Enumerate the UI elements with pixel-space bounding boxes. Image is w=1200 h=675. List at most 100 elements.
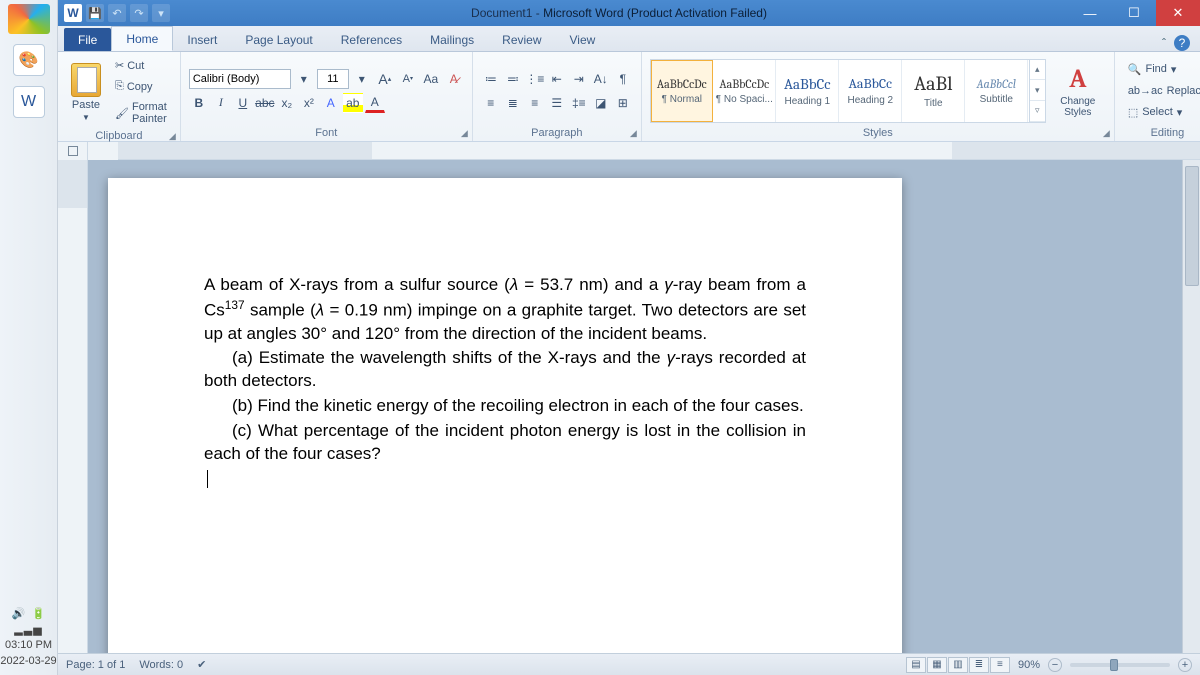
- replace-button[interactable]: ab→ac Replace: [1123, 82, 1200, 100]
- save-button[interactable]: 💾: [86, 4, 104, 22]
- font-size-dropdown[interactable]: ▾: [352, 69, 372, 89]
- minimize-button[interactable]: —: [1068, 0, 1112, 26]
- styles-launcher[interactable]: ◢: [1103, 128, 1110, 139]
- tab-mailings[interactable]: Mailings: [416, 28, 488, 51]
- outline-view[interactable]: ≣: [969, 657, 989, 673]
- tab-home[interactable]: Home: [111, 26, 173, 51]
- select-button[interactable]: ⬚ Select ▾: [1123, 103, 1200, 122]
- style-no-spacing[interactable]: AaBbCcDc¶ No Spaci...: [714, 60, 776, 122]
- tab-selector[interactable]: [58, 142, 88, 160]
- print-layout-view[interactable]: ▤: [906, 657, 926, 673]
- undo-button[interactable]: ↶: [108, 4, 126, 22]
- text-cursor: [207, 470, 208, 488]
- decrease-indent-button[interactable]: ⇤: [547, 69, 567, 89]
- underline-button[interactable]: U: [233, 93, 253, 113]
- tab-references[interactable]: References: [327, 28, 416, 51]
- justify-button[interactable]: ☰: [547, 93, 567, 113]
- highlight-button[interactable]: ab: [343, 93, 363, 113]
- style-heading1[interactable]: AaBbCcHeading 1: [777, 60, 839, 122]
- paint-app-icon[interactable]: 🎨: [13, 44, 45, 76]
- sort-button[interactable]: A↓: [591, 69, 611, 89]
- page[interactable]: A beam of X-rays from a sulfur source (λ…: [108, 178, 902, 653]
- vertical-scrollbar[interactable]: [1182, 160, 1200, 653]
- bold-button[interactable]: B: [189, 93, 209, 113]
- align-center-button[interactable]: ≣: [503, 93, 523, 113]
- font-name-input[interactable]: [189, 69, 291, 89]
- superscript-button[interactable]: x²: [299, 93, 319, 113]
- web-layout-view[interactable]: ▥: [948, 657, 968, 673]
- show-marks-button[interactable]: ¶: [613, 69, 633, 89]
- styles-gallery-more[interactable]: ▴▾▿: [1029, 60, 1045, 122]
- full-screen-view[interactable]: ▦: [927, 657, 947, 673]
- start-button[interactable]: [8, 4, 50, 34]
- tab-file[interactable]: File: [64, 28, 111, 51]
- bullets-button[interactable]: ≔: [481, 69, 501, 89]
- increase-indent-button[interactable]: ⇥: [569, 69, 589, 89]
- word-count[interactable]: Words: 0: [139, 659, 183, 671]
- style-normal[interactable]: AaBbCcDc¶ Normal: [651, 60, 713, 122]
- numbering-button[interactable]: ≕: [503, 69, 523, 89]
- styles-gallery[interactable]: AaBbCcDc¶ Normal AaBbCcDc¶ No Spaci... A…: [650, 59, 1046, 123]
- shrink-font-button[interactable]: A▾: [398, 69, 418, 89]
- clipboard-launcher[interactable]: ◢: [169, 131, 176, 142]
- paragraph-launcher[interactable]: ◢: [630, 128, 637, 139]
- clock-time[interactable]: 03:10 PM: [0, 638, 57, 653]
- change-styles-button[interactable]: A Change Styles: [1050, 61, 1106, 121]
- style-subtitle[interactable]: AaBbCclSubtitle: [966, 60, 1028, 122]
- cut-button[interactable]: ✂ Cut: [110, 56, 172, 75]
- grow-font-button[interactable]: A▴: [375, 69, 395, 89]
- font-color-button[interactable]: A: [365, 93, 385, 113]
- change-case-button[interactable]: Aa: [421, 69, 441, 89]
- change-styles-icon: A: [1069, 64, 1086, 94]
- subscript-button[interactable]: x₂: [277, 93, 297, 113]
- page-status[interactable]: Page: 1 of 1: [66, 659, 125, 671]
- clear-formatting-button[interactable]: A̷: [444, 69, 464, 89]
- align-left-button[interactable]: ≡: [481, 93, 501, 113]
- align-right-button[interactable]: ≡: [525, 93, 545, 113]
- zoom-in-button[interactable]: +: [1178, 658, 1192, 672]
- spell-check-icon[interactable]: ✔: [197, 658, 206, 671]
- strikethrough-button[interactable]: abc: [255, 93, 275, 113]
- close-button[interactable]: ✕: [1156, 0, 1200, 26]
- borders-button[interactable]: ⊞: [613, 93, 633, 113]
- style-heading2[interactable]: AaBbCcHeading 2: [840, 60, 902, 122]
- font-launcher[interactable]: ◢: [461, 128, 468, 139]
- window-title: Document1 - Microsoft Word (Product Acti…: [170, 6, 1068, 20]
- font-name-dropdown[interactable]: ▾: [294, 69, 314, 89]
- minimize-ribbon-icon[interactable]: ˆ: [1162, 36, 1166, 50]
- text-effects-button[interactable]: A: [321, 93, 341, 113]
- zoom-level[interactable]: 90%: [1018, 659, 1040, 671]
- tab-view[interactable]: View: [556, 28, 610, 51]
- ribbon: Paste ▼ ✂ Cut ⎘ Copy 🖌 Format Painter Cl…: [58, 52, 1200, 142]
- zoom-out-button[interactable]: −: [1048, 658, 1062, 672]
- copy-button[interactable]: ⎘ Copy: [110, 77, 172, 96]
- zoom-slider-knob[interactable]: [1110, 659, 1118, 671]
- help-icon[interactable]: ?: [1174, 35, 1190, 51]
- multilevel-button[interactable]: ⋮≡: [525, 69, 545, 89]
- horizontal-ruler[interactable]: [118, 142, 1200, 160]
- word-app-icon[interactable]: W: [13, 86, 45, 118]
- draft-view[interactable]: ≡: [990, 657, 1010, 673]
- line-spacing-button[interactable]: ‡≡: [569, 93, 589, 113]
- format-painter-button[interactable]: 🖌 Format Painter: [110, 98, 172, 128]
- zoom-slider[interactable]: [1070, 663, 1170, 667]
- volume-icon[interactable]: 🔊 🔋: [0, 607, 57, 622]
- find-button[interactable]: 🔍 Find ▾: [1123, 60, 1200, 79]
- font-size-input[interactable]: [317, 69, 349, 89]
- redo-button[interactable]: ↷: [130, 4, 148, 22]
- group-editing: 🔍 Find ▾ ab→ac Replace ⬚ Select ▾ Editin…: [1115, 52, 1200, 141]
- clock-date[interactable]: 2022-03-29: [0, 654, 57, 669]
- network-icon[interactable]: ▂▃▅: [0, 623, 57, 638]
- tab-review[interactable]: Review: [488, 28, 555, 51]
- maximize-button[interactable]: ☐: [1112, 0, 1156, 26]
- tab-page-layout[interactable]: Page Layout: [231, 28, 326, 51]
- vertical-ruler[interactable]: [58, 160, 88, 653]
- scrollbar-thumb[interactable]: [1185, 166, 1199, 286]
- style-title[interactable]: AaBlTitle: [903, 60, 965, 122]
- italic-button[interactable]: I: [211, 93, 231, 113]
- paste-button[interactable]: Paste ▼: [66, 60, 106, 125]
- document-area[interactable]: A beam of X-rays from a sulfur source (λ…: [88, 160, 1200, 653]
- qat-customize[interactable]: ▾: [152, 4, 170, 22]
- tab-insert[interactable]: Insert: [173, 28, 231, 51]
- shading-button[interactable]: ◪: [591, 93, 611, 113]
